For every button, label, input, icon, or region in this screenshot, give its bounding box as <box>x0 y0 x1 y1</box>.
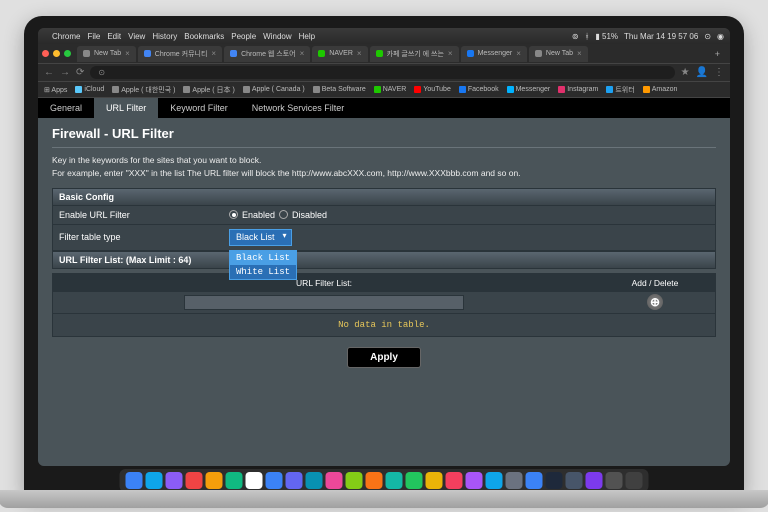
wifi-icon[interactable]: ⊚ <box>572 32 579 41</box>
option-black-list[interactable]: Black List <box>230 251 296 265</box>
close-icon[interactable]: × <box>577 49 582 58</box>
clock[interactable]: Thu Mar 14 19 57 06 <box>624 32 698 41</box>
browser-tabbar: New Tab×Chrome 커뮤니티×Chrome 웹 스토어×NAVER×카… <box>38 44 730 64</box>
browser-tab[interactable]: NAVER× <box>312 46 367 62</box>
close-icon[interactable]: × <box>211 49 216 58</box>
filter-type-label: Filter table type <box>53 228 223 246</box>
browser-tab[interactable]: Chrome 웹 스토어× <box>224 46 310 62</box>
bookmark-item[interactable]: iCloud <box>75 86 104 93</box>
menu-window[interactable]: Window <box>263 32 291 41</box>
tab-general[interactable]: General <box>38 98 94 118</box>
filter-type-dropdown: Black List White List <box>229 250 297 280</box>
bookmark-item[interactable]: YouTube <box>414 86 451 93</box>
no-data-message: No data in table. <box>53 313 715 336</box>
url-filter-table: URL Filter List: Add / Delete ⊕ No data … <box>52 273 716 337</box>
browser-tab[interactable]: 카페 글쓰기 에 쓰는× <box>370 46 459 62</box>
screen: Chrome File Edit View History Bookmarks People… <box>38 28 730 466</box>
bookmark-item[interactable]: Messenger <box>507 86 551 93</box>
battery-icon[interactable]: ▮ 51% <box>595 32 618 41</box>
col-url: URL Filter List: <box>53 274 595 292</box>
page-tabs: GeneralURL FilterKeyword FilterNetwork S… <box>38 98 730 118</box>
enable-row: Enable URL Filter Enabled Disabled <box>52 206 716 225</box>
reload-button[interactable]: ⟳ <box>76 67 84 78</box>
close-icon[interactable]: × <box>300 49 305 58</box>
filter-type-select[interactable]: Black List <box>229 229 292 246</box>
url-list-header: URL Filter List: (Max Limit : 64) <box>52 251 716 269</box>
divider <box>52 147 716 148</box>
bookmark-item[interactable]: Instagram <box>558 86 598 93</box>
bookmark-item[interactable]: Facebook <box>459 86 499 93</box>
menu-history[interactable]: History <box>152 32 177 41</box>
menu-help[interactable]: Help <box>299 32 315 41</box>
bookmark-item[interactable]: NAVER <box>374 86 407 93</box>
tab-keyword-filter[interactable]: Keyword Filter <box>158 98 240 118</box>
menu-bookmarks[interactable]: Bookmarks <box>184 32 224 41</box>
mac-menubar: Chrome File Edit View History Bookmarks People… <box>38 28 730 44</box>
filter-type-row: Filter table type Black List Black List … <box>52 225 716 251</box>
apps-icon[interactable]: ⊞ Apps <box>44 86 67 94</box>
back-button[interactable]: ← <box>44 67 54 78</box>
extensions-icon[interactable]: ★ <box>681 67 690 78</box>
laptop-frame: Chrome File Edit View History Bookmarks People… <box>24 16 744 496</box>
window-controls[interactable] <box>42 50 71 57</box>
col-action: Add / Delete <box>595 274 715 292</box>
close-icon[interactable]: × <box>516 49 521 58</box>
menu-people[interactable]: People <box>231 32 256 41</box>
bookmarks-bar: ⊞ Apps iCloud Apple ( 대한민국 ) Apple ( 日本 ) Ap… <box>38 82 730 98</box>
tab-network-services-filter[interactable]: Network Services Filter <box>240 98 357 118</box>
browser-tab[interactable]: New Tab× <box>529 46 588 62</box>
enabled-radio[interactable] <box>229 210 238 219</box>
bookmark-item[interactable]: Apple ( Canada ) <box>243 86 305 93</box>
option-white-list[interactable]: White List <box>230 265 296 279</box>
url-input[interactable] <box>184 295 464 310</box>
page-content: GeneralURL FilterKeyword FilterNetwork S… <box>38 98 730 466</box>
siri-icon[interactable]: ◉ <box>717 32 724 41</box>
bookmark-item[interactable]: Beta Software <box>313 86 366 93</box>
page-title: Firewall - URL Filter <box>52 126 716 141</box>
close-icon[interactable]: × <box>125 49 130 58</box>
menubar-right: ⊚ ᚼ ▮ 51% Thu Mar 14 19 57 06 ⊙ ◉ <box>572 32 724 41</box>
search-icon[interactable]: ⊙ <box>704 32 711 41</box>
address-bar[interactable]: ⊙ <box>90 66 674 79</box>
bookmark-item[interactable]: Amazon <box>643 86 678 93</box>
bookmark-item[interactable]: 트위터 <box>606 85 634 95</box>
bookmark-item[interactable]: Apple ( 대한민국 ) <box>112 85 175 95</box>
add-button[interactable]: ⊕ <box>647 294 663 310</box>
menu-view[interactable]: View <box>128 32 145 41</box>
browser-tab[interactable]: Messenger× <box>461 46 527 62</box>
enable-label: Enable URL Filter <box>53 206 223 224</box>
disabled-radio[interactable] <box>279 210 288 219</box>
address-bar-row: ← → ⟳ ⊙ ★ 👤 ⋮ <box>38 64 730 82</box>
browser-tab[interactable]: Chrome 커뮤니티× <box>138 46 222 62</box>
profile-icon[interactable]: 👤 <box>696 67 708 78</box>
close-icon[interactable]: × <box>448 49 453 58</box>
apply-button[interactable]: Apply <box>347 347 421 368</box>
close-icon[interactable]: × <box>357 49 362 58</box>
bookmark-item[interactable]: Apple ( 日本 ) <box>183 85 234 95</box>
browser-tab[interactable]: New Tab× <box>77 46 136 62</box>
forward-button[interactable]: → <box>60 67 70 78</box>
menu-edit[interactable]: Edit <box>107 32 121 41</box>
menu-chrome[interactable]: Chrome <box>52 32 80 41</box>
description: Key in the keywords for the sites that y… <box>52 154 716 180</box>
menu-file[interactable]: File <box>87 32 100 41</box>
tab-url-filter[interactable]: URL Filter <box>94 98 158 118</box>
basic-config-header: Basic Config <box>52 188 716 206</box>
menu-icon[interactable]: ⋮ <box>714 67 724 78</box>
bluetooth-icon[interactable]: ᚼ <box>585 32 590 41</box>
new-tab-button[interactable]: + <box>709 49 726 59</box>
